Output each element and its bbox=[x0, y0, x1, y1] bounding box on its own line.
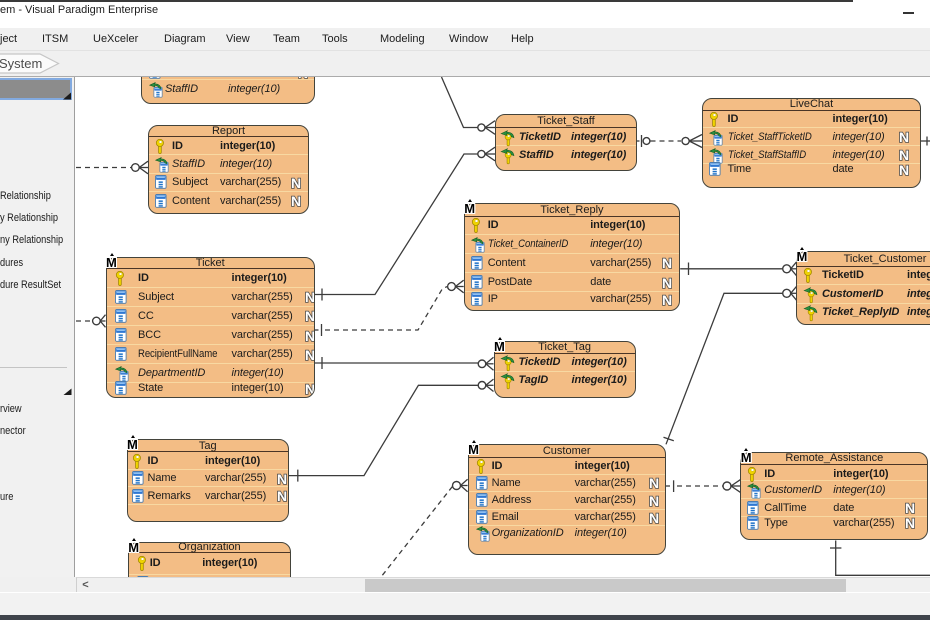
svg-text:System: System bbox=[0, 56, 42, 71]
